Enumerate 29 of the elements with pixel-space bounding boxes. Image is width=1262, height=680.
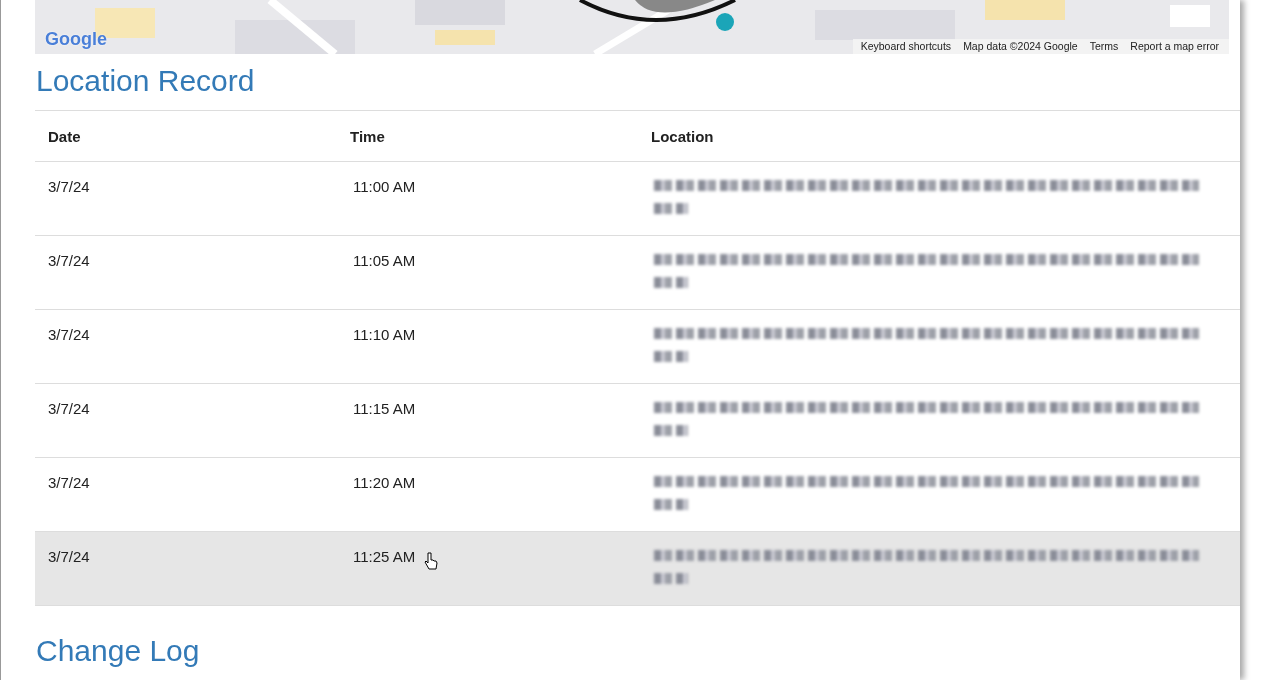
date-cell: 3/7/24 xyxy=(48,178,90,195)
column-header: Date xyxy=(47,127,82,147)
hand-cursor-icon xyxy=(424,552,438,572)
date-cell: 3/7/24 xyxy=(48,252,90,269)
attribution-link[interactable]: Report a map error xyxy=(1130,40,1219,52)
attribution-link[interactable]: Keyboard shortcuts xyxy=(860,40,952,52)
column-header: Time xyxy=(349,127,386,147)
date-cell: 3/7/24 xyxy=(48,548,90,565)
date-cell: 3/7/24 xyxy=(48,474,90,491)
time-cell: 11:20 AM xyxy=(353,474,416,491)
table-row[interactable]: 3/7/24 11:10 AM xyxy=(35,310,1240,384)
time-cell: 11:25 AM xyxy=(353,548,416,565)
map-logo: Google xyxy=(45,29,107,50)
section-title: Change Log xyxy=(36,634,201,668)
table-row[interactable]: 3/7/24 11:05 AM xyxy=(35,236,1240,310)
table-row[interactable]: 3/7/24 11:00 AM xyxy=(35,162,1240,236)
attribution-link[interactable]: Map data ©2024 Google xyxy=(963,40,1078,52)
time-cell: 11:15 AM xyxy=(353,400,416,417)
table-row[interactable]: 3/7/24 11:20 AM xyxy=(35,458,1240,532)
attribution-link[interactable]: Terms xyxy=(1089,40,1119,52)
table-row[interactable]: 3/7/24 11:25 AM xyxy=(35,532,1240,606)
date-cell: 3/7/24 xyxy=(48,400,90,417)
table-row[interactable]: 3/7/24 11:15 AM xyxy=(35,384,1240,458)
time-cell: 11:10 AM xyxy=(353,326,416,343)
column-header: Location xyxy=(650,127,715,147)
time-cell: 11:00 AM xyxy=(353,178,416,195)
section-title: Location Record xyxy=(36,64,256,98)
time-cell: 11:05 AM xyxy=(353,252,416,269)
date-cell: 3/7/24 xyxy=(48,326,90,343)
